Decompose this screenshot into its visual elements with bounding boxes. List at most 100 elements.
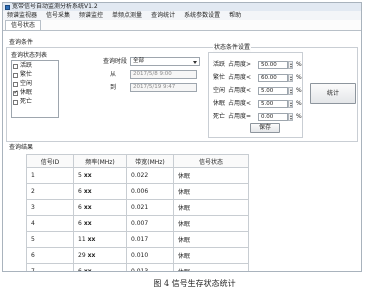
condition-input-idle[interactable]: 5.00 <box>258 87 288 95</box>
frequency-mask: xx <box>83 204 92 211</box>
spinner-idle[interactable] <box>288 87 293 95</box>
spinner-dead[interactable] <box>288 113 293 121</box>
condition-input-active[interactable]: 50.00 <box>258 61 288 69</box>
save-button[interactable]: 保存 <box>250 123 280 133</box>
condition-value-active: 50.00 <box>261 62 277 68</box>
status-checkbox-active[interactable] <box>13 64 18 69</box>
condition-value-dead: 0.00 <box>261 114 274 120</box>
statistics-button[interactable]: 统计 <box>310 83 356 104</box>
column-header-bandwidth[interactable]: 带宽(MHz) <box>126 154 174 168</box>
app-icon <box>5 4 10 10</box>
condition-metric-idle: 占用度< <box>228 87 252 94</box>
table-row[interactable]: 6 29 xx 0.010 休眠 <box>26 247 249 264</box>
condition-state-dead: 死亡 <box>213 113 226 120</box>
frequency-mask: xx <box>83 188 92 195</box>
arrow-up-icon[interactable] <box>289 62 292 65</box>
menu-single-frequency[interactable]: 单频点测量 <box>112 11 142 20</box>
cell-status: 休眠 <box>173 231 249 248</box>
table-row[interactable]: 4 6 xx 0.007 休眠 <box>26 215 249 232</box>
spinner-dormant[interactable] <box>288 100 293 108</box>
frequency-mask: xx <box>87 252 96 259</box>
status-checkbox-busy[interactable] <box>13 73 18 78</box>
app-window: 宽带信号自动监测分析系统V1.2 频谱监视器 信号采集 频谱监控 单频点测量 查… <box>2 2 362 272</box>
arrow-down-icon[interactable] <box>289 91 292 94</box>
menu-bar: 频谱监视器 信号采集 频谱监控 单频点测量 查询统计 系统参数设置 帮助 <box>3 11 361 20</box>
frequency-value: 11 <box>78 236 86 243</box>
menu-system-settings[interactable]: 系统参数设置 <box>184 11 220 20</box>
cell-frequency: 5 xx <box>73 167 127 184</box>
cell-signal-id: 6 <box>26 247 74 264</box>
period-select-value: 全部 <box>133 58 145 64</box>
cell-signal-id: 3 <box>26 199 74 216</box>
figure-caption: 图 4 信号生存状态统计 <box>153 279 236 288</box>
arrow-up-icon[interactable] <box>289 75 292 78</box>
frequency-mask: xx <box>83 268 92 272</box>
column-header-signal-id[interactable]: 信号ID <box>26 154 74 168</box>
chevron-down-icon <box>193 60 197 64</box>
condition-metric-dormant: 占用度< <box>228 100 252 107</box>
arrow-up-icon[interactable] <box>289 88 292 91</box>
condition-value-dormant: 5.00 <box>261 101 274 107</box>
menu-help[interactable]: 帮助 <box>229 11 241 20</box>
column-header-frequency[interactable]: 频率(MHz) <box>73 154 127 168</box>
arrow-down-icon[interactable] <box>289 117 292 120</box>
arrow-down-icon[interactable] <box>289 104 292 107</box>
frequency-value: 6 <box>78 204 82 211</box>
results-table: 信号ID 频率(MHz) 带宽(MHz) 信号状态 1 5 xx 0.022 休眠… <box>26 154 249 272</box>
from-date-input[interactable]: 2017/5/8 9:00 <box>130 70 197 79</box>
arrow-down-icon[interactable] <box>289 78 292 81</box>
cell-status: 休眠 <box>173 263 249 271</box>
table-row[interactable]: 7 6xx 0.013 休眠 <box>26 263 249 272</box>
spinner-busy[interactable] <box>288 74 293 82</box>
frequency-mask: xx <box>87 236 96 243</box>
status-label-idle: 空闲 <box>20 80 33 87</box>
status-checkbox-dormant[interactable] <box>13 89 19 96</box>
condition-unit-active: % <box>296 61 302 68</box>
menu-query-statistics[interactable]: 查询统计 <box>151 11 175 20</box>
menu-signal-acquisition[interactable]: 信号采集 <box>46 11 70 20</box>
arrow-up-icon[interactable] <box>289 101 292 104</box>
frequency-mask: xx <box>83 220 92 227</box>
frequency-mask: xx <box>83 172 92 179</box>
status-checkbox-dead[interactable] <box>13 100 18 105</box>
from-date-value: 2017/5/8 9:00 <box>133 71 172 77</box>
condition-metric-dead: 占用度= <box>228 113 252 120</box>
query-group-label: 查询条件 <box>9 39 34 46</box>
table-row[interactable]: 5 11 xx 0.017 休眠 <box>26 231 249 248</box>
tab-signal-status[interactable]: 信号状态 <box>5 20 41 30</box>
cell-frequency: 11 xx <box>73 231 127 248</box>
table-row[interactable]: 2 6 xx 0.006 休眠 <box>26 183 249 200</box>
condition-unit-busy: % <box>296 74 302 81</box>
cell-bandwidth: 0.021 <box>126 199 174 216</box>
status-label-dormant: 休眠 <box>20 89 33 96</box>
status-list-label: 查询状态列表 <box>11 52 48 59</box>
arrow-down-icon[interactable] <box>289 65 292 68</box>
period-select[interactable]: 全部 <box>130 57 200 66</box>
cell-bandwidth: 0.006 <box>126 183 174 200</box>
cell-signal-id: 5 <box>26 231 74 248</box>
condition-metric-busy: 占用度< <box>228 74 252 81</box>
arrow-up-icon[interactable] <box>289 114 292 117</box>
spinner-active[interactable] <box>288 61 293 69</box>
cell-signal-id: 2 <box>26 183 74 200</box>
condition-state-active: 活跃 <box>213 61 226 68</box>
to-date-value: 2017/5/19 9:47 <box>133 84 176 90</box>
period-label: 查询时段 <box>103 58 128 65</box>
condition-unit-dead: % <box>296 113 302 120</box>
menu-spectrum-control[interactable]: 频谱监控 <box>79 11 103 20</box>
status-checkbox-idle[interactable] <box>13 82 18 87</box>
frequency-value: 6 <box>78 220 82 227</box>
menu-spectrum-monitor[interactable]: 频谱监视器 <box>7 11 37 20</box>
table-row[interactable]: 1 5 xx 0.022 休眠 <box>26 167 249 184</box>
to-date-input[interactable]: 2017/5/19 9:47 <box>130 83 197 92</box>
condition-input-busy[interactable]: 60.00 <box>258 74 288 82</box>
condition-input-dead[interactable]: 0.00 <box>258 113 288 121</box>
column-header-status[interactable]: 信号状态 <box>173 154 249 168</box>
cell-frequency: 29 xx <box>73 247 127 264</box>
table-row[interactable]: 3 6 xx 0.021 休眠 <box>26 199 249 216</box>
frequency-value: 29 <box>78 252 86 259</box>
condition-input-dormant[interactable]: 5.00 <box>258 100 288 108</box>
cell-status: 休眠 <box>173 199 249 216</box>
status-label-active: 活跃 <box>20 62 33 69</box>
conditions-label: 状态条件设置 <box>213 44 252 52</box>
